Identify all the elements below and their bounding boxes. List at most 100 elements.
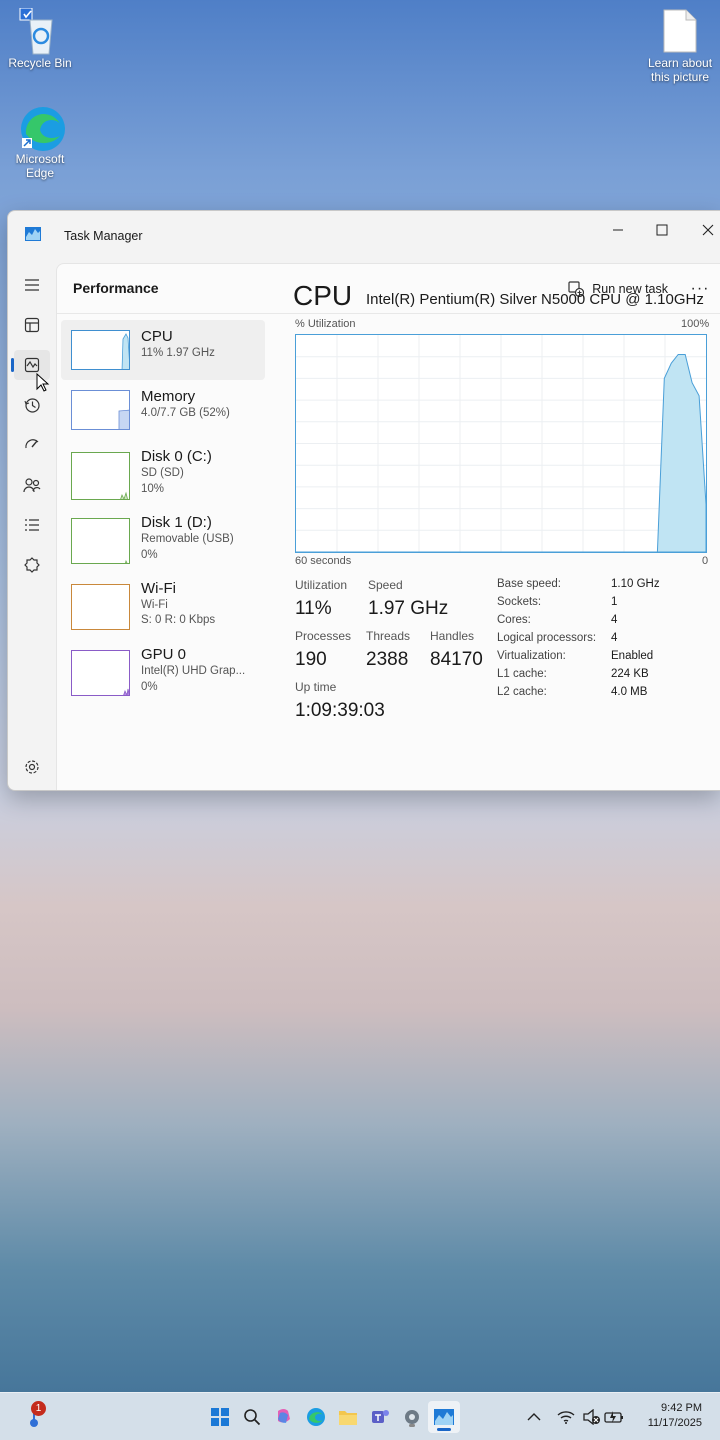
cpu-utilization-graph bbox=[295, 334, 707, 553]
handles-label: Handles bbox=[430, 629, 475, 643]
wifi-icon bbox=[557, 1411, 575, 1424]
device-disk-1[interactable]: Disk 1 (D:) Removable (USB) 0% bbox=[61, 506, 265, 566]
close-button[interactable] bbox=[688, 215, 720, 245]
minimize-icon bbox=[613, 229, 623, 231]
device-name: Disk 1 (D:) bbox=[141, 514, 212, 531]
battery-icon bbox=[604, 1411, 623, 1423]
maximize-icon bbox=[656, 224, 668, 236]
device-detail: Wi-Fi bbox=[141, 599, 168, 611]
uptime-value: 1:09:39:03 bbox=[295, 700, 385, 721]
device-detail: 10% bbox=[141, 483, 165, 495]
spec-value: 4.0 MB bbox=[611, 686, 648, 698]
edge-icon bbox=[307, 1408, 325, 1426]
desktop-icon-label: Learn about this picture bbox=[647, 56, 713, 84]
device-wifi[interactable]: Wi-Fi Wi-Fi S: 0 R: 0 Kbps bbox=[61, 572, 265, 632]
graph-x-label: 60 seconds bbox=[295, 555, 352, 567]
uptime-label: Up time bbox=[295, 680, 337, 694]
spec-label: Logical processors: bbox=[497, 632, 597, 644]
gpu-thumbnail bbox=[71, 650, 130, 696]
desktop-icon-recycle-bin[interactable]: Recycle Bin bbox=[0, 7, 80, 70]
edge-taskbar-button[interactable] bbox=[304, 1405, 328, 1429]
processes-icon bbox=[24, 317, 40, 333]
cpu-thumbnail bbox=[71, 330, 130, 370]
performance-panel: Performance Run new task ··· CPU 11% 1.9… bbox=[56, 263, 720, 790]
device-detail: Intel(R) UHD Grap... bbox=[141, 665, 246, 677]
threads-value: 2388 bbox=[366, 649, 409, 670]
processes-label: Processes bbox=[295, 629, 352, 643]
spec-label: Sockets: bbox=[497, 596, 542, 608]
spec-label: L2 cache: bbox=[497, 686, 547, 698]
edge-icon bbox=[18, 104, 65, 151]
task-manager-window: Task Manager Performance Run new task ··… bbox=[7, 210, 720, 791]
desktop-icon-learn-picture[interactable]: Learn about this picture bbox=[640, 8, 720, 84]
file-explorer-button[interactable] bbox=[336, 1405, 360, 1429]
device-cpu[interactable]: CPU 11% 1.97 GHz bbox=[61, 320, 265, 380]
handles-value: 84170 bbox=[430, 649, 483, 670]
memory-thumbnail bbox=[71, 390, 130, 430]
nav-users[interactable] bbox=[14, 470, 50, 500]
system-clock[interactable]: 9:42 PM 11/17/2025 bbox=[648, 1401, 702, 1431]
start-button[interactable] bbox=[208, 1405, 232, 1429]
spec-label: Cores: bbox=[497, 614, 531, 626]
device-name: GPU 0 bbox=[141, 646, 187, 663]
processes-value: 190 bbox=[295, 649, 327, 670]
startup-apps-icon bbox=[25, 439, 39, 449]
volume-button[interactable] bbox=[582, 1405, 602, 1429]
show-hidden-icons-button[interactable] bbox=[524, 1405, 544, 1429]
device-name: CPU bbox=[141, 328, 173, 345]
nav-app-history[interactable] bbox=[14, 390, 50, 420]
clock-time: 9:42 PM bbox=[661, 1402, 702, 1414]
spec-value: 224 KB bbox=[611, 668, 649, 680]
copilot-button[interactable] bbox=[272, 1405, 296, 1429]
desktop-icon-edge[interactable]: Microsoft Edge bbox=[0, 104, 80, 180]
maximize-button[interactable] bbox=[642, 215, 682, 245]
device-detail: Removable (USB) bbox=[141, 533, 234, 545]
utilization-label: Utilization bbox=[295, 578, 348, 592]
performance-icon bbox=[24, 357, 40, 373]
disk0-thumbnail bbox=[71, 452, 130, 500]
nav-menu-button[interactable] bbox=[14, 270, 50, 300]
navigation-rail bbox=[8, 263, 56, 790]
spec-label: Virtualization: bbox=[497, 650, 566, 662]
speed-label: Speed bbox=[368, 578, 403, 592]
file-explorer-icon bbox=[339, 1411, 357, 1425]
window-title: Task Manager bbox=[64, 229, 143, 243]
device-name: Disk 0 (C:) bbox=[141, 448, 212, 465]
task-manager-taskbar-button[interactable] bbox=[428, 1401, 460, 1433]
nav-startup-apps[interactable] bbox=[14, 430, 50, 460]
volume-muted-icon bbox=[583, 1409, 600, 1425]
clock-date: 11/17/2025 bbox=[647, 1417, 702, 1429]
settings-taskbar-button[interactable] bbox=[400, 1405, 424, 1429]
spec-value: 1.10 GHz bbox=[611, 578, 660, 590]
copilot-icon bbox=[278, 1409, 290, 1423]
device-gpu[interactable]: GPU 0 Intel(R) UHD Grap... 0% bbox=[61, 638, 265, 698]
device-memory[interactable]: Memory 4.0/7.7 GB (52%) bbox=[61, 380, 265, 440]
taskbar: 1 9:42 PM 11/17/2025 bbox=[0, 1392, 720, 1440]
speed-value: 1.97 GHz bbox=[368, 598, 449, 619]
device-detail: S: 0 R: 0 Kbps bbox=[141, 614, 216, 626]
teams-icon bbox=[372, 1410, 389, 1423]
spec-value: 4 bbox=[611, 632, 618, 644]
nav-settings[interactable] bbox=[14, 752, 50, 782]
minimize-button[interactable] bbox=[598, 215, 638, 245]
network-button[interactable] bbox=[556, 1405, 576, 1429]
spec-value: 4 bbox=[611, 614, 618, 626]
spec-label: Base speed: bbox=[497, 578, 561, 590]
device-detail: 11% 1.97 GHz bbox=[141, 347, 215, 359]
nav-services[interactable] bbox=[14, 550, 50, 580]
teams-button[interactable] bbox=[368, 1405, 392, 1429]
nav-details[interactable] bbox=[14, 510, 50, 540]
battery-button[interactable] bbox=[604, 1405, 624, 1429]
notification-badge: 1 bbox=[31, 1401, 46, 1416]
device-disk-0[interactable]: Disk 0 (C:) SD (SD) 10% bbox=[61, 440, 265, 500]
start-icon bbox=[211, 1408, 229, 1426]
close-icon bbox=[702, 224, 714, 236]
device-name: Memory bbox=[141, 388, 196, 405]
search-button[interactable] bbox=[240, 1405, 264, 1429]
cpu-model: Intel(R) Pentium(R) Silver N5000 CPU @ 1… bbox=[366, 291, 704, 308]
graph-x-end: 0 bbox=[702, 555, 709, 567]
search-icon bbox=[244, 1409, 261, 1426]
title-bar[interactable]: Task Manager bbox=[8, 211, 720, 261]
nav-processes[interactable] bbox=[14, 310, 50, 340]
mouse-cursor-icon bbox=[36, 373, 50, 392]
